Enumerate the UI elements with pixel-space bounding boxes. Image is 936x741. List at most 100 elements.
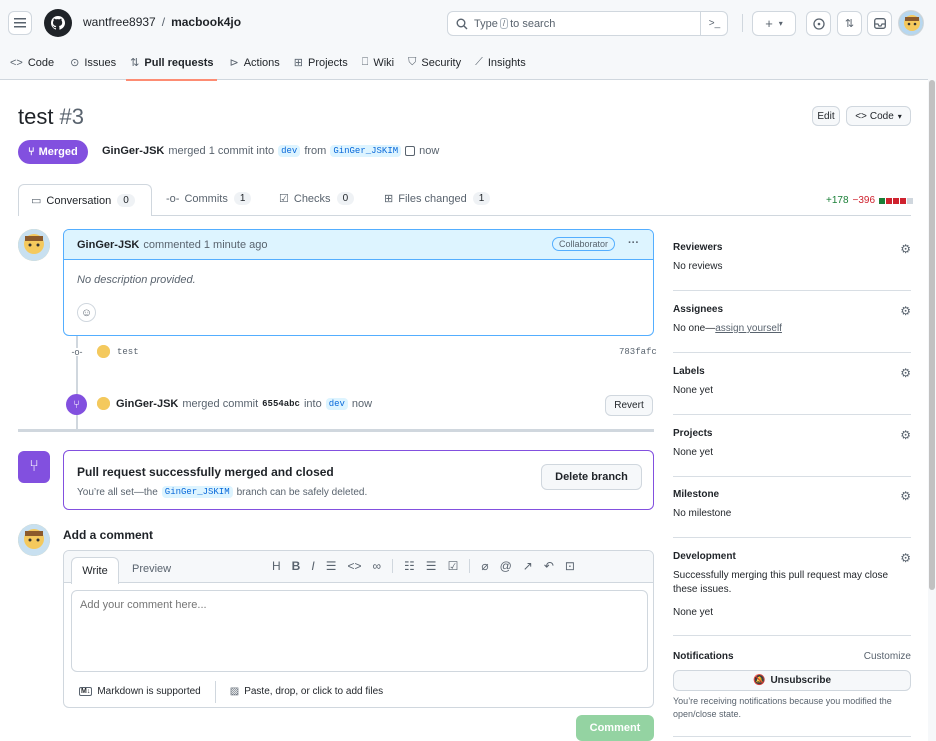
base-branch[interactable]: dev xyxy=(278,145,301,157)
ordered-list-icon[interactable]: ☷ xyxy=(404,559,415,573)
tab-preview[interactable]: Preview xyxy=(132,563,171,575)
head-branch[interactable]: GinGer_JSKIM xyxy=(330,145,402,157)
tab-conversation[interactable]: ▭ Conversation 0 xyxy=(18,184,152,216)
commit-sha-link[interactable]: 783fafc xyxy=(619,347,657,357)
nav-actions[interactable]: ⊳ Actions xyxy=(229,56,279,70)
assignees-gear-icon[interactable]: ⚙ xyxy=(900,304,911,318)
inbox-icon[interactable] xyxy=(867,11,892,36)
owner-link[interactable]: wantfree8937 xyxy=(83,15,156,29)
merge-event-text: GinGer-JSK merged commit 6554abc into de… xyxy=(116,398,373,410)
bold-icon[interactable]: B xyxy=(292,559,301,573)
comment-time[interactable]: commented 1 minute ago xyxy=(143,239,267,251)
reviewers-gear-icon[interactable]: ⚙ xyxy=(900,242,911,256)
menu-button[interactable] xyxy=(8,11,32,35)
assign-yourself-link[interactable]: assign yourself xyxy=(715,323,782,334)
delete-branch-button[interactable]: Delete branch xyxy=(541,464,642,490)
table-icon: ⊞ xyxy=(293,57,303,69)
labels-gear-icon[interactable]: ⚙ xyxy=(900,366,911,380)
nav-wiki[interactable]: ⎕ Wiki xyxy=(362,56,394,69)
collaborator-badge: Collaborator xyxy=(551,237,615,251)
diffstat-bar xyxy=(879,197,914,204)
pr-author-link[interactable]: GinGer-JSK xyxy=(102,145,164,157)
sidebar-development: Development Successfully merging this pu… xyxy=(673,551,911,636)
quote-icon[interactable]: ☰ xyxy=(326,559,337,573)
merged-head-branch[interactable]: GinGer_JSKIM xyxy=(161,486,233,498)
unordered-list-icon[interactable]: ☰ xyxy=(426,559,437,573)
pr-title: test #3 xyxy=(18,104,84,130)
fullscreen-icon[interactable]: ⊡ xyxy=(565,559,575,573)
revert-button[interactable]: Revert xyxy=(605,395,653,416)
diffstat: +178 −396 xyxy=(826,195,914,206)
mention-icon[interactable]: @ xyxy=(500,559,512,573)
commit-dot-icon: -o- xyxy=(70,347,84,357)
nav-projects[interactable]: ⊞ Projects xyxy=(293,56,348,70)
reply-icon[interactable]: ↶ xyxy=(544,559,554,573)
attach-icon[interactable]: ⌀ xyxy=(481,559,488,573)
tab-files-changed[interactable]: ⊞ Files changed 1 xyxy=(384,192,491,205)
copy-icon[interactable] xyxy=(405,146,416,156)
merge-base-branch[interactable]: dev xyxy=(325,398,348,410)
bell-slash-icon: 🔕 xyxy=(752,675,766,686)
kebab-menu-icon[interactable]: ··· xyxy=(628,237,639,249)
code-icon: <> xyxy=(10,56,23,69)
merge-sha-link[interactable]: 6554abc xyxy=(262,399,300,409)
comment-author-link[interactable]: GinGer-JSK xyxy=(77,239,139,251)
pr-time: now xyxy=(419,145,440,157)
search-input[interactable]: Type / to search >_ xyxy=(447,11,728,36)
shield-icon: ⛉ xyxy=(408,56,417,68)
submit-comment-button[interactable]: Comment xyxy=(576,715,654,741)
milestone-gear-icon[interactable]: ⚙ xyxy=(900,489,911,503)
github-logo-icon[interactable] xyxy=(44,9,72,37)
development-gear-icon[interactable]: ⚙ xyxy=(900,551,911,565)
user-avatar[interactable] xyxy=(898,10,924,36)
timeline-divider xyxy=(18,429,654,432)
tab-write[interactable]: Write xyxy=(71,557,119,584)
scrollbar[interactable] xyxy=(928,0,936,741)
link-icon[interactable]: ∞ xyxy=(372,559,381,573)
code-icon[interactable]: <> xyxy=(347,559,361,573)
search-placeholder-prefix: Type xyxy=(474,17,498,30)
heading-icon[interactable]: H xyxy=(272,559,281,573)
issues-icon[interactable] xyxy=(806,11,831,36)
markdown-link[interactable]: M↓ Markdown is supported xyxy=(79,680,216,703)
search-key-hint: / xyxy=(499,18,509,29)
add-comment-heading: Add a comment xyxy=(63,528,154,542)
file-attach-link[interactable]: ▨ Paste, drop, or click to add files xyxy=(230,686,383,697)
nav-pull-requests[interactable]: ⇅ Pull requests xyxy=(126,46,218,81)
nav-issues[interactable]: ⊙ Issues xyxy=(70,56,116,70)
nav-code[interactable]: <> Code xyxy=(10,57,54,69)
merge-event-avatar[interactable] xyxy=(97,397,110,410)
command-palette-icon[interactable]: >_ xyxy=(700,11,728,36)
unsubscribe-button[interactable]: 🔕 Unsubscribe xyxy=(673,670,911,691)
customize-link[interactable]: Customize xyxy=(864,651,911,662)
edit-button[interactable]: Edit xyxy=(812,106,840,126)
italic-icon[interactable]: I xyxy=(311,559,314,573)
merge-icon: ⑂ xyxy=(28,146,35,158)
comment-textarea[interactable] xyxy=(71,590,648,672)
pr-number: #3 xyxy=(59,104,84,129)
new-comment-avatar[interactable] xyxy=(18,524,50,556)
scrollbar-thumb[interactable] xyxy=(929,80,935,590)
nav-insights[interactable]: ⟋ Insights xyxy=(475,56,526,69)
comment-author-avatar[interactable] xyxy=(18,229,50,261)
task-list-icon[interactable]: ☑ xyxy=(448,559,459,573)
tab-checks[interactable]: ☑ Checks 0 xyxy=(279,192,355,205)
code-dropdown-button[interactable]: <> Code ▾ xyxy=(846,106,911,126)
repo-link[interactable]: macbook4jo xyxy=(171,15,241,29)
commit-avatar[interactable] xyxy=(97,345,110,358)
breadcrumb-separator: / xyxy=(161,15,166,29)
add-reaction-icon[interactable]: ☺ xyxy=(77,303,96,322)
sidebar-projects: Projects None yet ⚙ xyxy=(673,428,911,477)
nav-security[interactable]: ⛉ Security xyxy=(408,56,461,69)
repo-breadcrumb: wantfree8937 / macbook4jo xyxy=(83,15,241,29)
pull-requests-icon[interactable]: ⇅ xyxy=(837,11,862,36)
tab-commits[interactable]: -o- Commits 1 xyxy=(166,192,252,205)
comment-editor: Write Preview H B I ☰ <> ∞ ☷ ☰ ☑ ⌀ @ ↗ ↶… xyxy=(63,550,654,708)
merged-box: Pull request successfully merged and clo… xyxy=(63,450,654,510)
create-new-button[interactable]: + ▾ xyxy=(752,11,796,36)
cross-reference-icon[interactable]: ↗ xyxy=(523,559,533,573)
sidebar-notifications: Notifications Customize 🔕 Unsubscribe You… xyxy=(673,651,911,737)
commit-message-link[interactable]: test xyxy=(117,347,139,357)
projects-gear-icon[interactable]: ⚙ xyxy=(900,428,911,442)
merge-author-link[interactable]: GinGer-JSK xyxy=(116,398,178,410)
